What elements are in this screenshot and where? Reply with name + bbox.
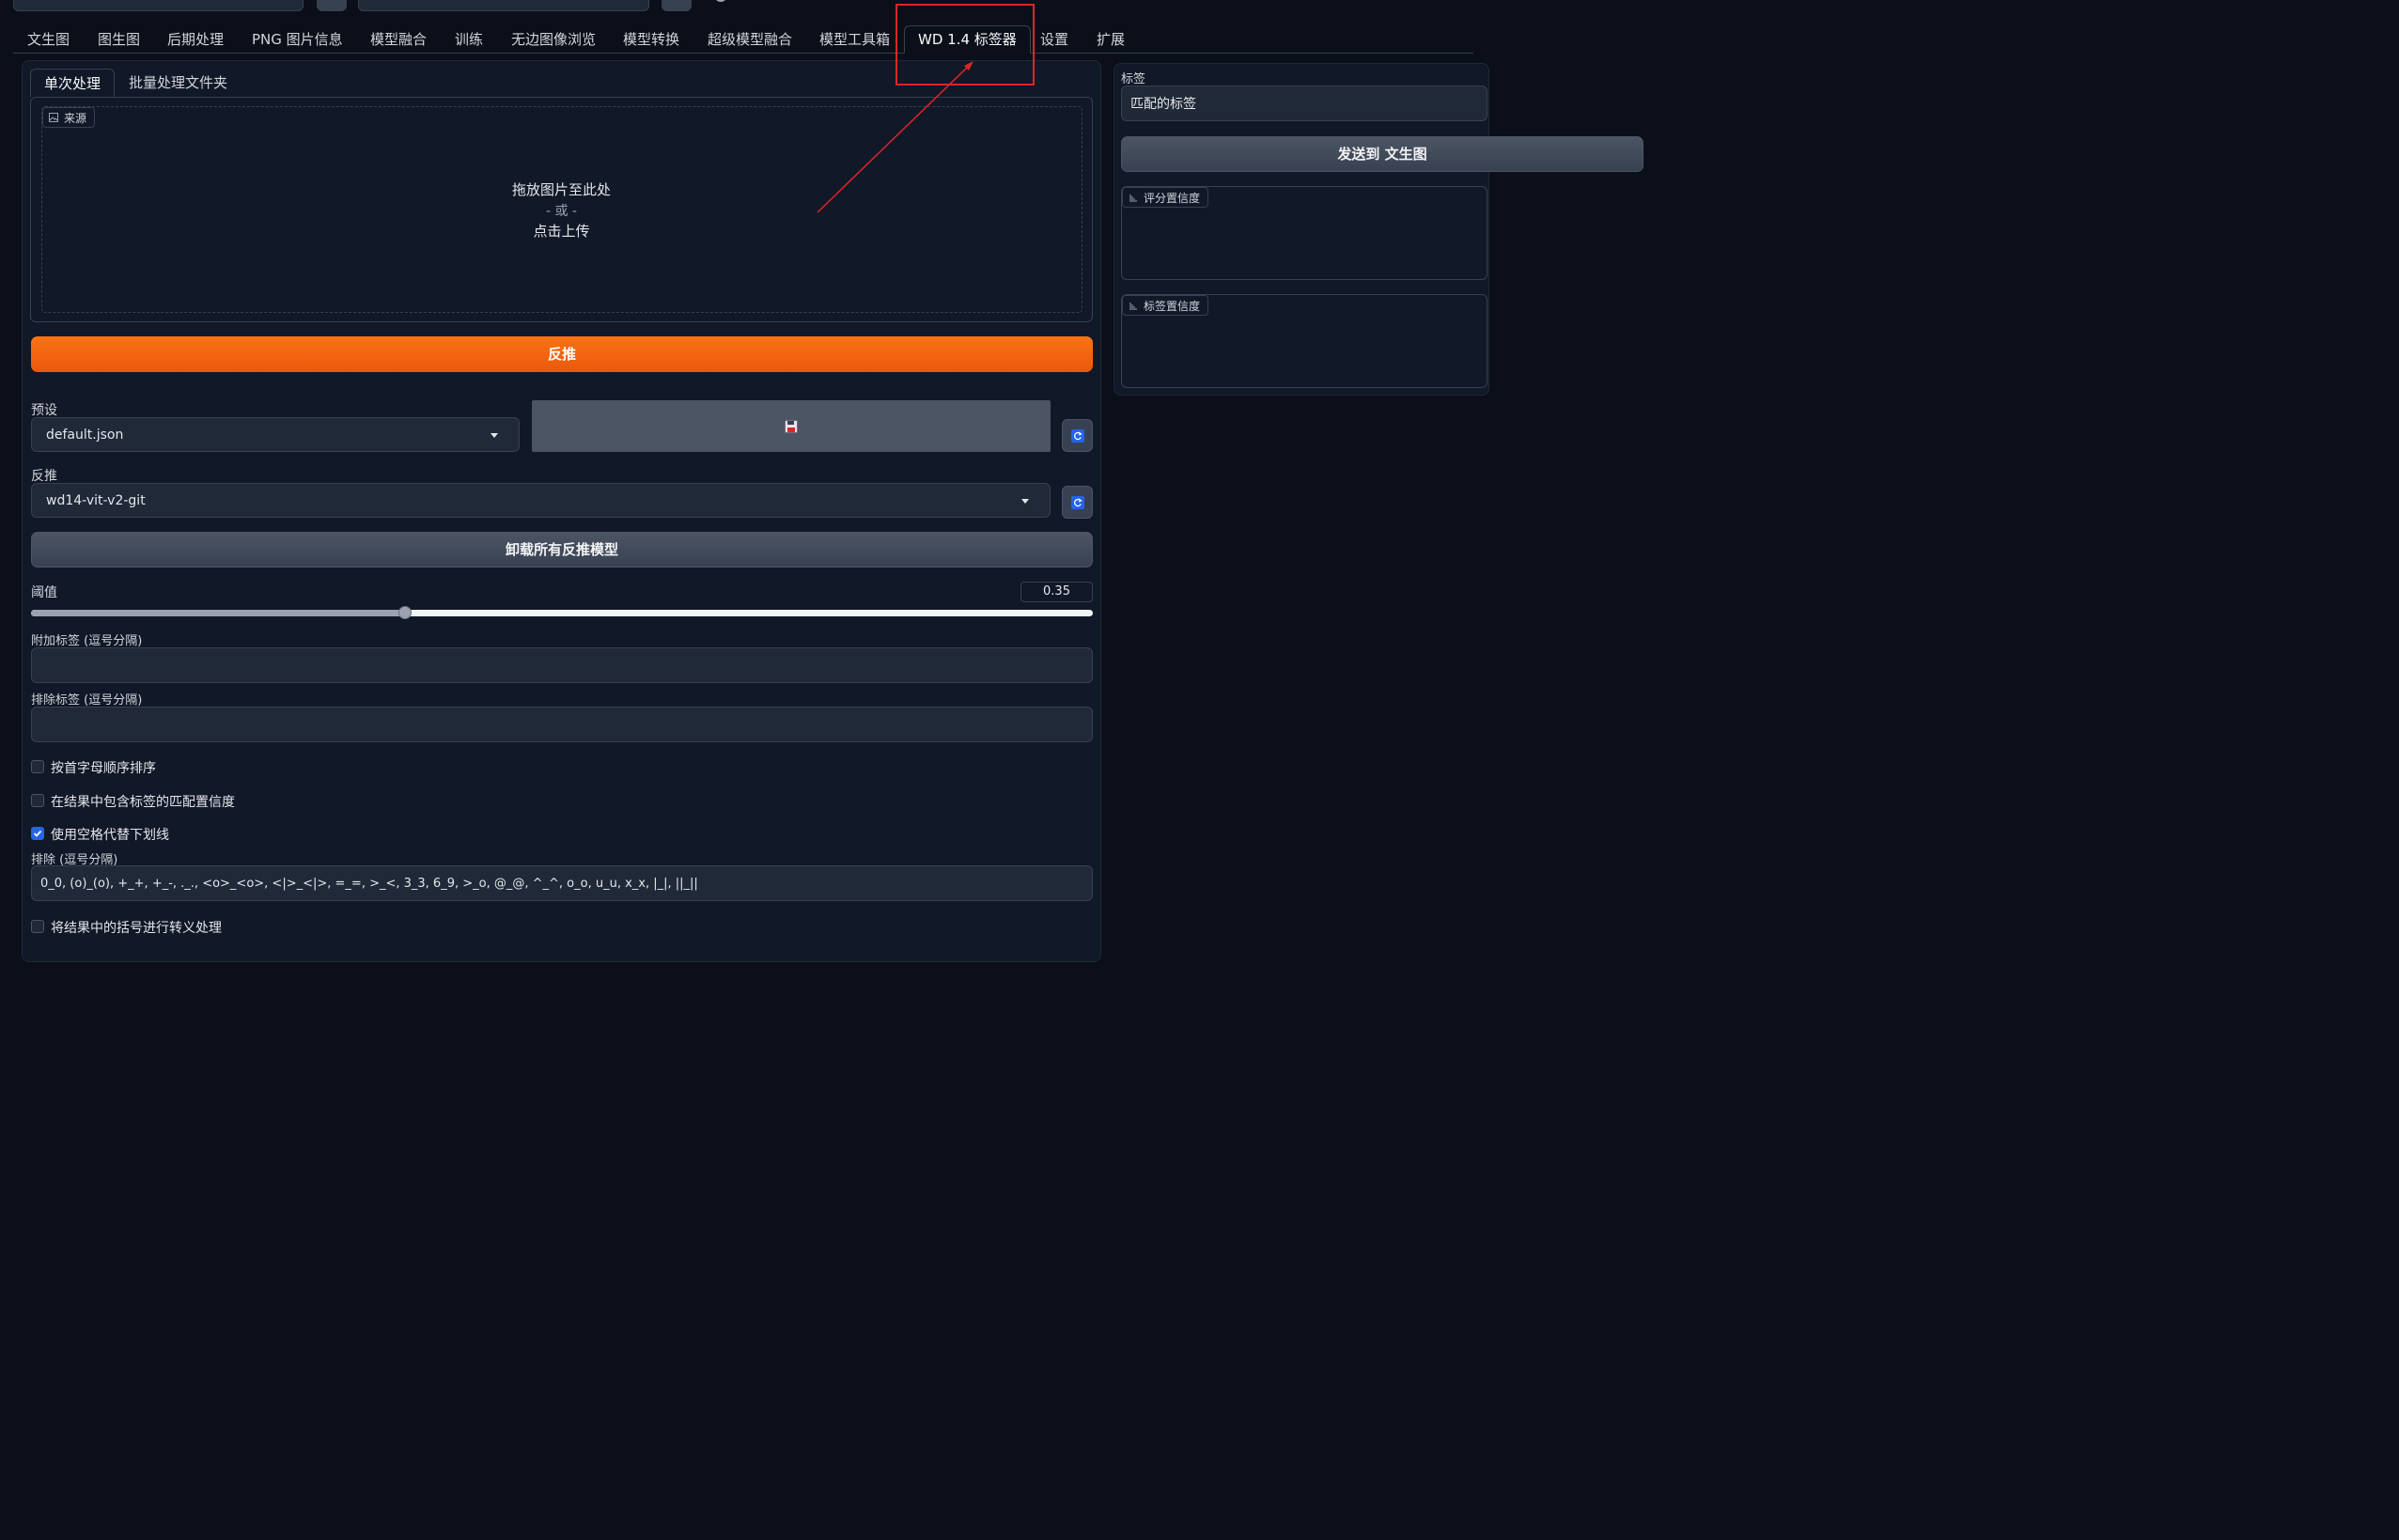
exclude-tags-input[interactable] [31, 707, 1093, 742]
unload-models-button[interactable]: 卸载所有反推模型 [31, 532, 1093, 568]
click-upload-text[interactable]: 点击上传 [30, 221, 1093, 241]
interrogator-dropdown[interactable]: wd14-vit-v2-git [31, 483, 1051, 518]
refresh-checkpoint-button[interactable] [317, 0, 347, 11]
interrogator-value: wd14-vit-v2-git [46, 492, 146, 508]
threshold-number-input[interactable]: 0.35 [1020, 582, 1093, 602]
interrogate-button[interactable]: 反推 [31, 336, 1093, 372]
escape-brackets-label: 将结果中的括号进行转义处理 [51, 921, 222, 936]
exclude-tags-label: 排除标签 (逗号分隔) [31, 693, 143, 708]
tab-model-converter[interactable]: 模型转换 [610, 25, 693, 54]
refresh-interrogator-button[interactable] [1062, 486, 1093, 519]
floppy-disk-icon [785, 419, 798, 433]
escape-brackets-checkbox[interactable] [31, 920, 44, 933]
tab-txt2img[interactable]: 文生图 [14, 25, 83, 54]
additional-tags-label: 附加标签 (逗号分隔) [31, 634, 143, 648]
include-confidence-checkbox[interactable] [31, 794, 44, 807]
replace-underscore-label: 使用空格代替下划线 [51, 828, 169, 843]
tags-label: 标签 [1121, 72, 1146, 86]
tab-extensions[interactable]: 扩展 [1083, 25, 1138, 54]
checkmark-icon [33, 830, 42, 837]
preset-dropdown[interactable]: default.json [31, 417, 520, 452]
tab-checkpoint-merger[interactable]: 模型融合 [357, 25, 440, 54]
slider-thumb[interactable] [714, 0, 727, 2]
drop-text: 拖放图片至此处 [511, 181, 611, 198]
sort-alphabetically-checkbox[interactable] [31, 760, 44, 773]
tab-wd14-tagger[interactable]: WD 1.4 标签器 [904, 25, 1031, 54]
threshold-slider-fill [31, 610, 405, 616]
tags-output[interactable]: 匹配的标签 [1121, 86, 1488, 121]
tag-confidence-label: 标签置信度 [1122, 295, 1209, 316]
chevron-down-icon [491, 432, 498, 438]
vae-dropdown[interactable] [358, 0, 649, 11]
sort-alphabetically-label: 按首字母顺序排序 [51, 761, 156, 776]
tab-train[interactable]: 训练 [442, 25, 496, 54]
bar-chart-icon [1129, 194, 1137, 202]
threshold-label: 阈值 [31, 585, 57, 600]
send-to-txt2img-button[interactable]: 发送到 文生图 [1121, 136, 1643, 172]
exclude-input[interactable]: 0_0, (o)_(o), +_+, +_-, ._., <o>_<o>, <|… [31, 865, 1093, 901]
image-icon [49, 113, 58, 122]
source-label-text: 来源 [64, 111, 87, 125]
subtab-single-process[interactable]: 单次处理 [30, 69, 116, 97]
preset-label: 预设 [31, 403, 57, 418]
tab-img2img[interactable]: 图生图 [85, 25, 153, 54]
include-confidence-label: 在结果中包含标签的匹配置信度 [51, 795, 235, 810]
subtab-batch-folder[interactable]: 批量处理文件夹 [116, 69, 241, 97]
tab-super-merger[interactable]: 超级模型融合 [694, 25, 805, 54]
source-label: 来源 [42, 107, 96, 128]
clip-skip-slider[interactable] [705, 0, 849, 4]
rating-confidence-label: 评分置信度 [1122, 187, 1209, 208]
preset-value: default.json [46, 427, 124, 443]
interrogator-label: 反推 [31, 469, 57, 484]
refresh-icon [1070, 428, 1084, 443]
checkpoint-dropdown[interactable] [13, 0, 304, 11]
tab-extras[interactable]: 后期处理 [154, 25, 237, 54]
additional-tags-input[interactable] [31, 647, 1093, 683]
refresh-icon [1070, 495, 1084, 509]
tag-confidence-text: 标签置信度 [1144, 299, 1201, 313]
tab-png-info[interactable]: PNG 图片信息 [239, 25, 356, 54]
save-preset-button[interactable] [532, 400, 1051, 452]
or-text: - 或 - [545, 204, 577, 219]
tab-infinite-image-browsing[interactable]: 无边图像浏览 [498, 25, 609, 54]
tab-settings[interactable]: 设置 [1027, 25, 1082, 54]
chevron-down-icon [1021, 498, 1029, 504]
rating-confidence-text: 评分置信度 [1144, 191, 1201, 205]
threshold-slider-thumb[interactable] [398, 606, 412, 619]
tab-model-toolkit[interactable]: 模型工具箱 [806, 25, 903, 54]
replace-underscore-checkbox[interactable] [31, 827, 44, 840]
refresh-vae-button[interactable] [662, 0, 692, 11]
bar-chart-icon [1129, 303, 1137, 310]
refresh-preset-button[interactable] [1062, 419, 1093, 452]
